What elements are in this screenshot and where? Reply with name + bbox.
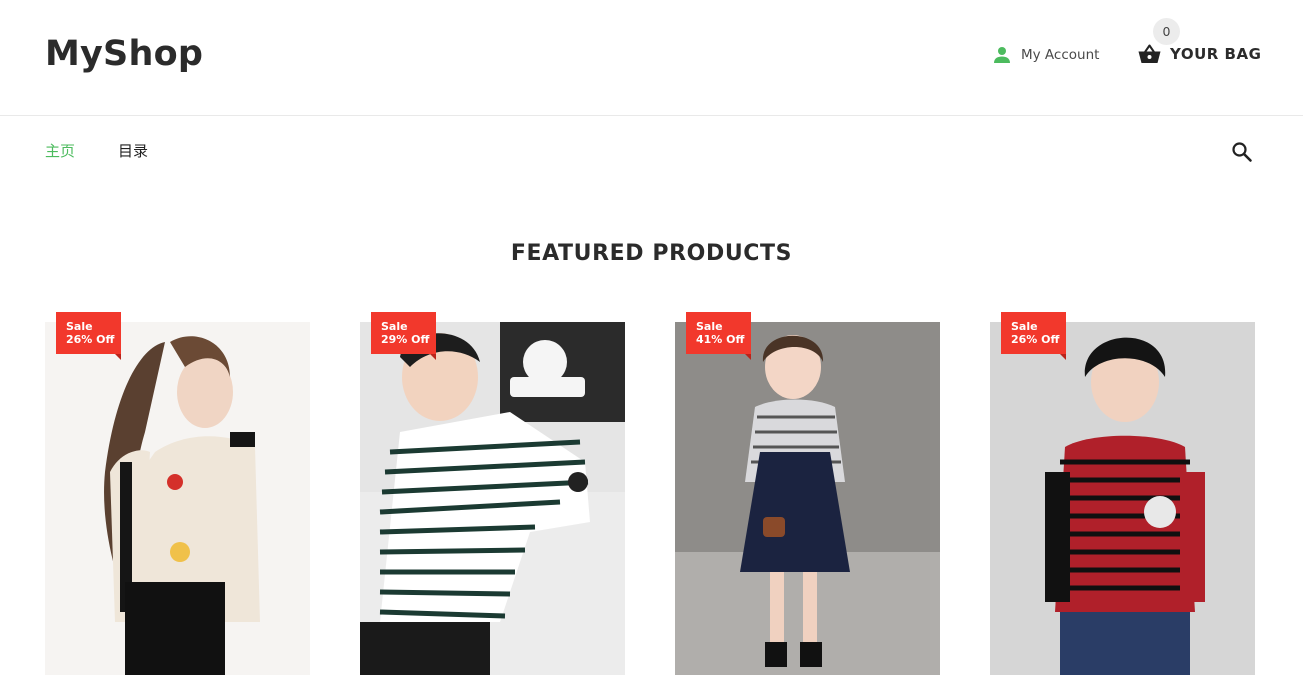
site-header: MyShop My Account 0 YOUR BAG: [0, 0, 1303, 116]
search-button[interactable]: [1231, 141, 1253, 163]
product-card[interactable]: [360, 322, 625, 675]
product-card[interactable]: [45, 322, 310, 675]
sale-label: Sale: [66, 320, 93, 333]
nav-item-home[interactable]: 主页: [45, 140, 75, 161]
section-title-featured: FEATURED PRODUCTS: [510, 241, 793, 266]
discount-label: 26% Off: [1011, 333, 1060, 346]
sale-label: Sale: [1011, 320, 1038, 333]
product-image[interactable]: [990, 322, 1255, 675]
my-account-label: My Account: [1021, 47, 1100, 63]
discount-label: 29% Off: [381, 333, 430, 346]
product-card[interactable]: [990, 322, 1255, 675]
site-logo[interactable]: MyShop: [45, 34, 203, 74]
product-card[interactable]: [675, 322, 940, 675]
nav-item-catalog[interactable]: 目录: [118, 140, 148, 161]
my-account-link[interactable]: My Account: [993, 44, 1099, 66]
sale-label: Sale: [696, 320, 723, 333]
discount-label: 26% Off: [66, 333, 115, 346]
shopping-basket-icon: [1138, 44, 1161, 63]
product-image[interactable]: [360, 322, 625, 675]
sale-badge: Sale 26% Off: [56, 312, 121, 360]
sale-label: Sale: [381, 320, 408, 333]
sale-badge: Sale 26% Off: [1001, 312, 1066, 360]
sale-badge: Sale 41% Off: [686, 312, 751, 360]
product-image[interactable]: [45, 322, 310, 675]
user-icon: [994, 47, 1010, 63]
your-bag-label: YOUR BAG: [1170, 45, 1262, 63]
product-image[interactable]: [675, 322, 940, 675]
your-bag-button[interactable]: YOUR BAG: [1138, 42, 1261, 66]
search-icon: [1232, 142, 1252, 162]
discount-label: 41% Off: [696, 333, 745, 346]
bag-count-badge: 0: [1153, 18, 1180, 45]
sale-badge: Sale 29% Off: [371, 312, 436, 360]
